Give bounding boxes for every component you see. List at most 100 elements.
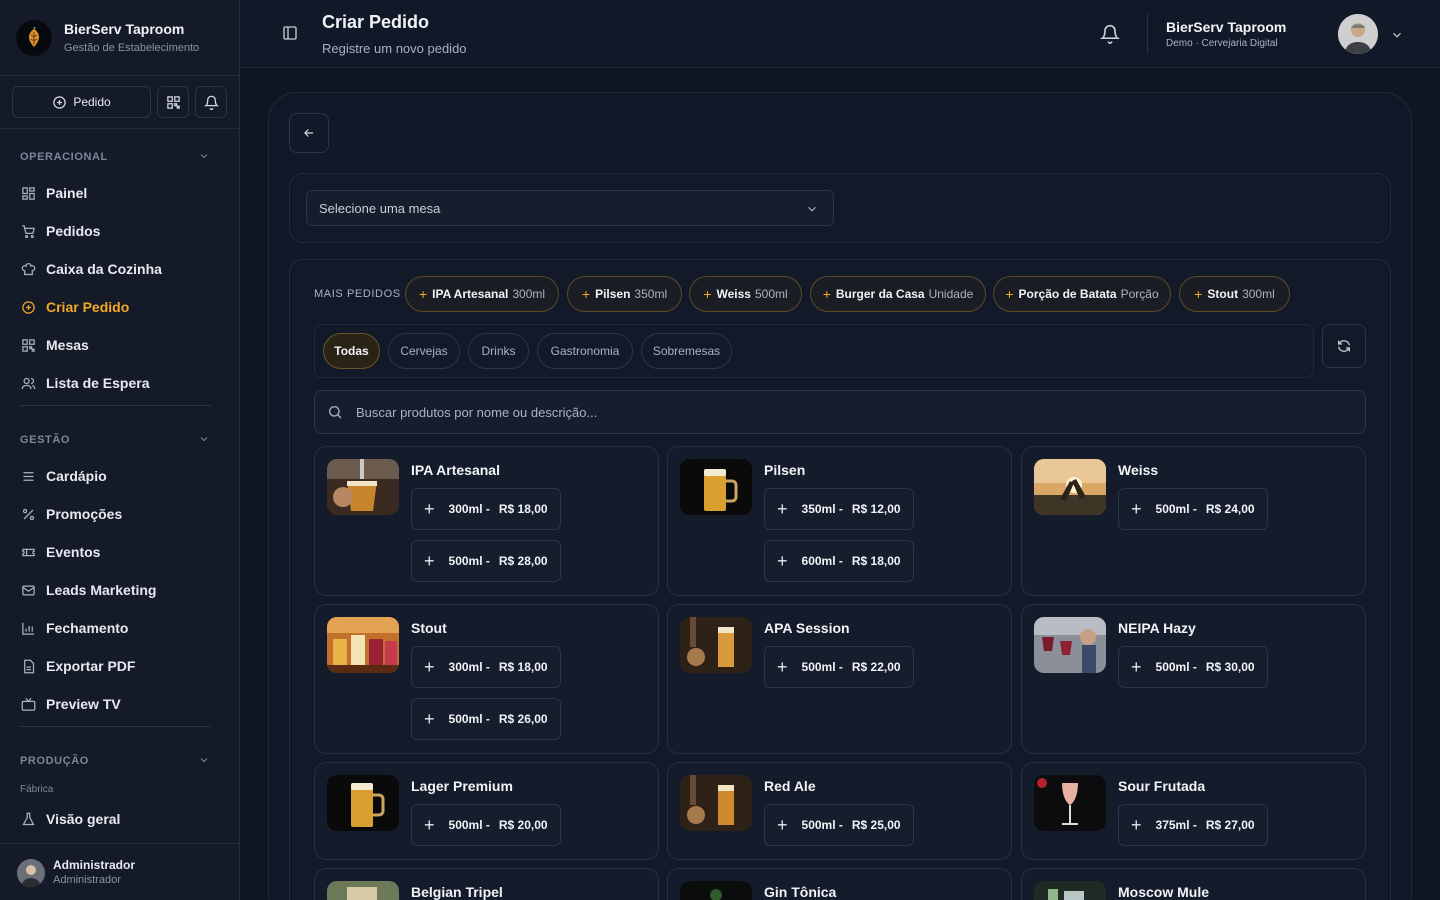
add-variant-button[interactable]: +500ml - R$ 20,00 bbox=[411, 804, 561, 846]
sidebar-item-exportar-pdf[interactable]: Exportar PDF bbox=[20, 654, 220, 678]
user-profile[interactable]: Administrador Administrador bbox=[0, 843, 239, 900]
sidebar-item-caixa-da-cozinha[interactable]: Caixa da Cozinha bbox=[20, 257, 220, 281]
add-variant-button[interactable]: +500ml - R$ 30,00 bbox=[1118, 646, 1268, 688]
quick-add-chip[interactable]: + Burger da Casa Unidade bbox=[810, 276, 986, 312]
sidebar-item-label: Exportar PDF bbox=[46, 658, 136, 674]
sidebar-item-pedidos[interactable]: Pedidos bbox=[20, 219, 220, 243]
plus-icon: + bbox=[581, 286, 591, 302]
plus-icon: + bbox=[703, 286, 712, 302]
chevron-down-icon bbox=[198, 754, 210, 766]
add-variant-button[interactable]: +600ml - R$ 18,00 bbox=[764, 540, 914, 582]
product-image bbox=[327, 459, 399, 515]
sidebar-item-painel[interactable]: Painel bbox=[20, 181, 220, 205]
add-variant-button[interactable]: +300ml - R$ 18,00 bbox=[411, 488, 561, 530]
add-variant-button[interactable]: +500ml - R$ 26,00 bbox=[411, 698, 561, 740]
product-card: IPA Artesanal +300ml - R$ 18,00 +500ml - R… bbox=[314, 446, 659, 596]
add-variant-button[interactable]: +500ml - R$ 28,00 bbox=[411, 540, 561, 582]
variant-size: 500ml - bbox=[801, 818, 843, 832]
sidebar: BierServ Taproom Gestão de Estabelecimen… bbox=[0, 0, 240, 900]
add-variant-button[interactable]: +500ml - R$ 25,00 bbox=[764, 804, 914, 846]
variant-price: R$ 20,00 bbox=[498, 818, 548, 832]
variant-price: R$ 18,00 bbox=[851, 554, 901, 568]
product-card: Sour Frutada +375ml - R$ 27,00 bbox=[1021, 762, 1366, 860]
quick-add-chip[interactable]: + Weiss 500ml bbox=[689, 276, 802, 312]
add-variant-button[interactable]: +375ml - R$ 27,00 bbox=[1118, 804, 1268, 846]
panel-left-icon bbox=[282, 25, 298, 41]
chevron-down-icon bbox=[198, 433, 210, 445]
sidebar-toggle-button[interactable] bbox=[282, 25, 298, 41]
bell-icon bbox=[203, 95, 219, 110]
back-button[interactable] bbox=[289, 113, 329, 153]
tab-drinks[interactable]: Drinks bbox=[468, 333, 529, 369]
sidebar-item-promocoes[interactable]: Promoções bbox=[20, 502, 220, 526]
sidebar-item-fechamento[interactable]: Fechamento bbox=[20, 616, 220, 640]
variant-size: 500ml - bbox=[448, 818, 490, 832]
divider bbox=[0, 128, 239, 129]
sidebar-notifications-button[interactable] bbox=[195, 86, 227, 118]
brand[interactable]: BierServ Taproom Gestão de Estabelecimen… bbox=[0, 0, 239, 76]
sidebar-item-criar-pedido[interactable]: Criar Pedido bbox=[20, 295, 220, 319]
section-gestao[interactable]: GESTÃO bbox=[20, 434, 210, 446]
add-variant-button[interactable]: +300ml - R$ 18,00 bbox=[411, 646, 561, 688]
sidebar-item-preview-tv[interactable]: Preview TV bbox=[20, 692, 220, 716]
top-header: Criar Pedido Registre um novo pedido Bie… bbox=[240, 0, 1440, 68]
quick-add-chip[interactable]: + IPA Artesanal 300ml bbox=[405, 276, 559, 312]
app-root: BierServ Taproom Gestão de Estabelecimen… bbox=[0, 0, 1440, 900]
quick-add-chip[interactable]: + Porção de Batata Porção bbox=[993, 276, 1171, 312]
product-name: Belgian Tripel bbox=[411, 884, 503, 900]
product-name: Sour Frutada bbox=[1118, 778, 1206, 794]
add-variant-button[interactable]: +350ml - R$ 12,00 bbox=[764, 488, 914, 530]
table-select[interactable]: Selecione uma mesa bbox=[306, 190, 834, 226]
add-variant-button[interactable]: +500ml - R$ 24,00 bbox=[1118, 488, 1268, 530]
variant-size: 600ml - bbox=[801, 554, 843, 568]
sidebar-item-visao-geral[interactable]: Visão geral bbox=[20, 807, 220, 831]
plus-icon: + bbox=[1131, 815, 1142, 835]
tab-todas[interactable]: Todas bbox=[323, 333, 380, 369]
sidebar-item-leads-marketing[interactable]: Leads Marketing bbox=[20, 578, 220, 602]
sidebar-item-mesas[interactable]: Mesas bbox=[20, 333, 220, 357]
tab-cervejas[interactable]: Cervejas bbox=[388, 333, 460, 369]
product-image bbox=[327, 617, 399, 673]
variant-price: R$ 18,00 bbox=[498, 660, 548, 674]
quick-add-chip[interactable]: + Stout 300ml bbox=[1179, 276, 1290, 312]
sidebar-item-eventos[interactable]: Eventos bbox=[20, 540, 220, 564]
variant-size: 375ml - bbox=[1155, 818, 1197, 832]
mail-icon bbox=[20, 582, 36, 598]
plus-circle-icon bbox=[20, 299, 36, 315]
chip-size: 300ml bbox=[512, 287, 546, 301]
quick-add-chip[interactable]: + Pilsen 350ml bbox=[567, 276, 682, 312]
section-operacional[interactable]: OPERACIONAL bbox=[20, 151, 210, 163]
page-title: Criar Pedido bbox=[322, 12, 430, 32]
account-menu-chevron[interactable] bbox=[1390, 28, 1404, 42]
product-name: Stout bbox=[411, 620, 447, 636]
notifications-button[interactable] bbox=[1100, 24, 1120, 44]
avatar[interactable] bbox=[1338, 14, 1378, 54]
variant-size: 500ml - bbox=[448, 554, 490, 568]
divider bbox=[20, 405, 211, 406]
sidebar-item-lista-de-espera[interactable]: Lista de Espera bbox=[20, 371, 220, 395]
refresh-button[interactable] bbox=[1322, 324, 1366, 368]
page-subtitle: Registre um novo pedido bbox=[322, 41, 467, 56]
table-select-value: Selecione uma mesa bbox=[319, 200, 441, 216]
plus-icon: + bbox=[1005, 286, 1014, 302]
product-search[interactable]: Buscar produtos por nome ou descrição... bbox=[314, 390, 1366, 434]
chip-name: Burger da Casa bbox=[835, 287, 925, 301]
user-role: Administrador bbox=[53, 874, 121, 886]
tab-gastronomia[interactable]: Gastronomia bbox=[537, 333, 633, 369]
product-name: IPA Artesanal bbox=[411, 462, 500, 478]
plus-icon: + bbox=[777, 499, 788, 519]
add-variant-button[interactable]: +500ml - R$ 22,00 bbox=[764, 646, 914, 688]
section-title: OPERACIONAL bbox=[20, 151, 108, 163]
section-producao[interactable]: PRODUÇÃO bbox=[20, 755, 210, 767]
new-order-button[interactable]: Pedido bbox=[12, 86, 151, 118]
sidebar-item-cardapio[interactable]: Cardápio bbox=[20, 464, 220, 488]
category-tabs bbox=[314, 324, 1314, 378]
product-card: Moscow Mule bbox=[1021, 868, 1366, 900]
tab-sobremesas[interactable]: Sobremesas bbox=[641, 333, 732, 369]
chef-hat-icon bbox=[20, 261, 36, 277]
refresh-icon bbox=[1336, 338, 1352, 354]
variant-size: 500ml - bbox=[1155, 502, 1197, 516]
qr-code-button[interactable] bbox=[157, 86, 189, 118]
variant-price: R$ 22,00 bbox=[851, 660, 901, 674]
product-image bbox=[680, 775, 752, 831]
